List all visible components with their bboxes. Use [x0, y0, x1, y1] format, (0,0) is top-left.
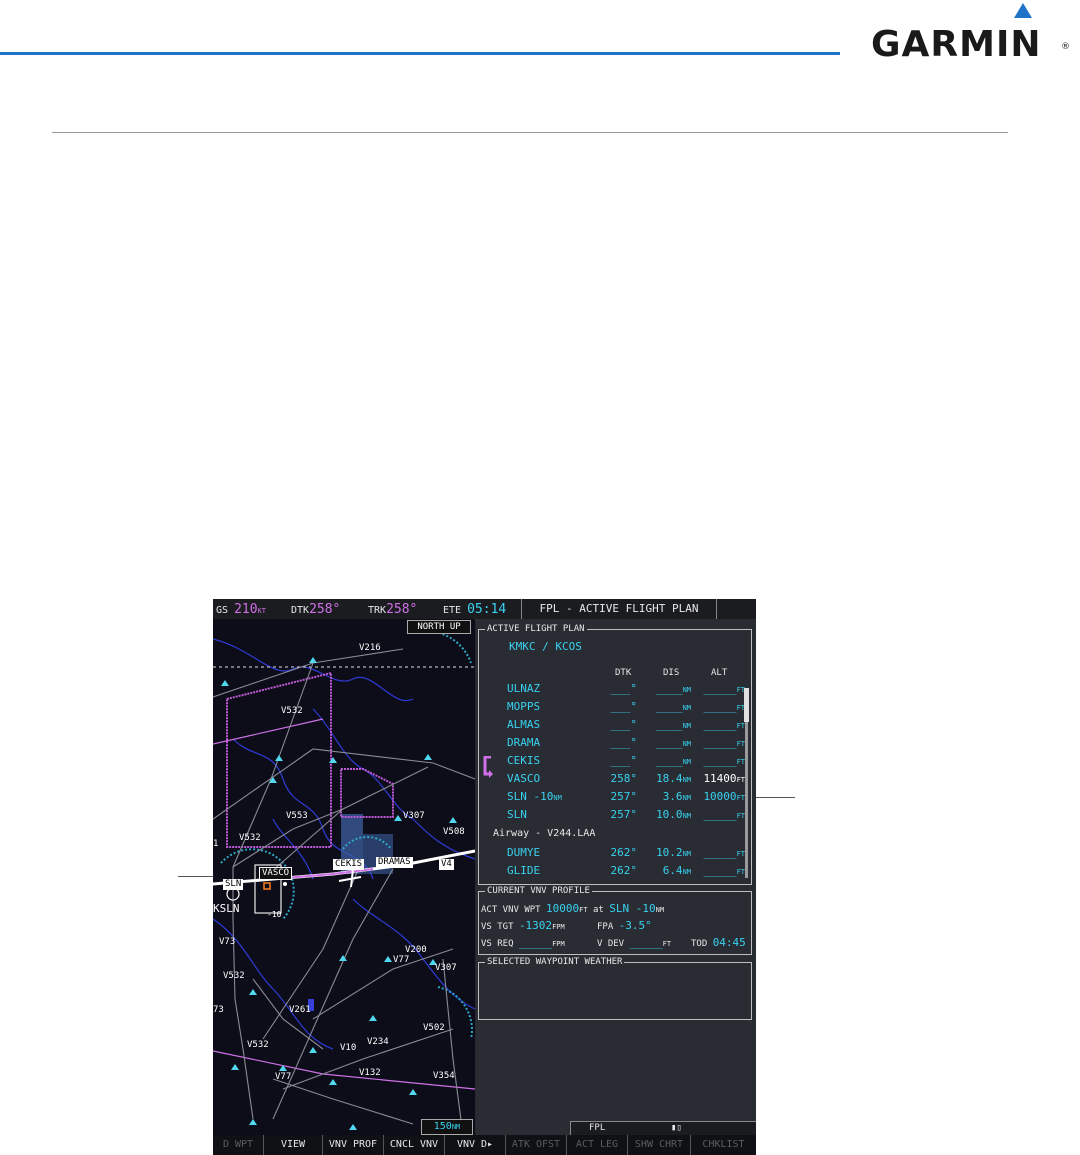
- flight-plan-row[interactable]: CEKIS ___° ____NM _____FT: [479, 754, 751, 772]
- airport-label: KSLN: [213, 902, 240, 915]
- softkey-cncl-vnv[interactable]: CNCL VNV: [384, 1135, 445, 1155]
- page-group-indicator: FPL ▮▯: [570, 1121, 756, 1136]
- waypoint-dramas[interactable]: DRAMAS: [376, 857, 413, 868]
- airway-label: 1: [213, 839, 219, 849]
- softkey-vnv-prof[interactable]: VNV PROF: [323, 1135, 384, 1155]
- scrollbar-thumb[interactable]: [744, 688, 749, 722]
- waypoint-vasco[interactable]: VASCO: [259, 867, 293, 880]
- mfd-screen: GS 210KT DTK258° TRK258° ETE 05:14 FPL -…: [213, 599, 756, 1155]
- airway-label: V77: [393, 955, 410, 965]
- vertical-deviation: V DEV _____FT: [597, 936, 672, 949]
- softkey-shw-chrt[interactable]: SHW CHRT: [628, 1135, 691, 1155]
- airway-label: V261: [289, 1005, 311, 1015]
- airway-label: V307: [435, 963, 457, 973]
- active-flight-plan-box: ACTIVE FLIGHT PLAN KMKC / KCOS DTK DIS A…: [478, 623, 752, 885]
- flight-plan-route: KMKC / KCOS: [509, 640, 582, 653]
- header-rule: [0, 52, 840, 55]
- softkey-bar: D WPT VIEW VNV PROF CNCL VNV VNV D▸ ATK …: [213, 1135, 756, 1155]
- logo-registered-mark: ®: [1061, 42, 1070, 52]
- vnv-profile-title: CURRENT VNV PROFILE: [485, 885, 592, 897]
- map-orientation[interactable]: NORTH UP: [407, 620, 471, 634]
- airway-label: V216: [359, 643, 381, 653]
- weather-title: SELECTED WAYPOINT WEATHER: [485, 956, 625, 968]
- airway-label: V10: [340, 1043, 357, 1053]
- softkey-d-wpt[interactable]: D WPT: [213, 1135, 264, 1155]
- airway-label: V4: [439, 859, 454, 870]
- time-to-descent: TOD 04:45: [691, 936, 746, 949]
- airway-label: V354: [433, 1071, 455, 1081]
- gs-field: GS 210KT: [216, 602, 266, 617]
- logo-triangle-icon: [1014, 3, 1032, 18]
- airway-label: V200: [405, 945, 427, 955]
- column-header-dis: DIS: [663, 668, 680, 678]
- airway-label: V532: [281, 706, 303, 716]
- airway-label: V132: [359, 1068, 381, 1078]
- softkey-view[interactable]: VIEW: [264, 1135, 323, 1155]
- page-title: FPL - ACTIVE FLIGHT PLAN: [521, 599, 717, 619]
- column-header-dtk: DTK: [615, 668, 632, 678]
- airway-header: Airway - V244.LAA: [493, 828, 596, 839]
- flight-plan-row[interactable]: GLIDE 262° 6.4NM _____FT: [479, 864, 751, 882]
- logo-wordmark: GARMIN: [871, 24, 1042, 65]
- vnv-waypoint-label: -10: [267, 910, 282, 919]
- airway-label: V532: [223, 971, 245, 981]
- airway-label: V77: [275, 1072, 292, 1082]
- trk-field: TRK258°: [368, 602, 418, 617]
- waypoint-weather-box: SELECTED WAYPOINT WEATHER: [478, 956, 752, 1020]
- flight-plan-row[interactable]: SLN -10NM 257° 3.6NM 10000FT: [479, 790, 751, 808]
- flight-plan-row[interactable]: ALMAS ___° ____NM _____FT: [479, 718, 751, 736]
- right-panel: ACTIVE FLIGHT PLAN KMKC / KCOS DTK DIS A…: [476, 619, 756, 1135]
- nav-data-bar: GS 210KT DTK258° TRK258° ETE 05:14 FPL -…: [213, 599, 756, 620]
- flight-plan-row-active[interactable]: VASCO 258° 18.4NM 11400FT: [479, 772, 751, 790]
- flight-plan-row[interactable]: ULNAZ ___° ____NM _____FT: [479, 682, 751, 700]
- act-vnv-wpt: ACT VNV WPT 10000FT at SLN -10NM: [481, 902, 665, 915]
- vs-required: VS REQ _____FPM: [481, 936, 565, 949]
- airway-label: 73: [213, 1005, 224, 1015]
- flight-plan-row[interactable]: SLN 257° 10.0NM _____FT: [479, 808, 751, 826]
- softkey-act-leg[interactable]: ACT LEG: [567, 1135, 628, 1155]
- current-vnv-profile-box: CURRENT VNV PROFILE ACT VNV WPT 10000FT …: [478, 885, 752, 955]
- waypoint-cekis[interactable]: CEKIS: [333, 859, 365, 870]
- ete-field: ETE 05:14: [443, 602, 507, 617]
- section-rule: [52, 132, 1008, 133]
- airway-label: V234: [367, 1037, 389, 1047]
- softkey-vnv-direct[interactable]: VNV D▸: [445, 1135, 506, 1155]
- column-header-alt: ALT: [711, 668, 728, 678]
- waypoint-sln[interactable]: SLN: [223, 879, 244, 890]
- dtk-field: DTK258°: [291, 602, 341, 617]
- airway-label: V532: [247, 1040, 269, 1050]
- airway-label: V553: [286, 811, 308, 821]
- active-flight-plan-title: ACTIVE FLIGHT PLAN: [485, 623, 587, 635]
- garmin-logo: GARMIN ®: [871, 0, 1071, 70]
- airway-label: V307: [403, 811, 425, 821]
- navigation-map[interactable]: NORTH UP V216 V532 V553 V307 V508 V532 1…: [213, 619, 475, 1135]
- airway-label: V502: [423, 1023, 445, 1033]
- vs-target: VS TGT -1302FPM: [481, 919, 565, 932]
- flight-plan-row[interactable]: DRAMA ___° ____NM _____FT: [479, 736, 751, 754]
- airway-label: V508: [443, 827, 465, 837]
- softkey-chklist[interactable]: CHKLIST: [691, 1135, 756, 1155]
- airway-label: V73: [219, 937, 236, 947]
- flight-plan-row[interactable]: MOPPS ___° ____NM _____FT: [479, 700, 751, 718]
- airway-label: V532: [239, 833, 261, 843]
- map-graphics: [213, 630, 475, 1135]
- flight-plan-row[interactable]: DUMYE 262° 10.2NM _____FT: [479, 846, 751, 864]
- softkey-atk-ofst[interactable]: ATK OFST: [506, 1135, 567, 1155]
- map-range[interactable]: 150NM: [421, 1119, 473, 1135]
- fpa: FPA -3.5°: [597, 919, 652, 932]
